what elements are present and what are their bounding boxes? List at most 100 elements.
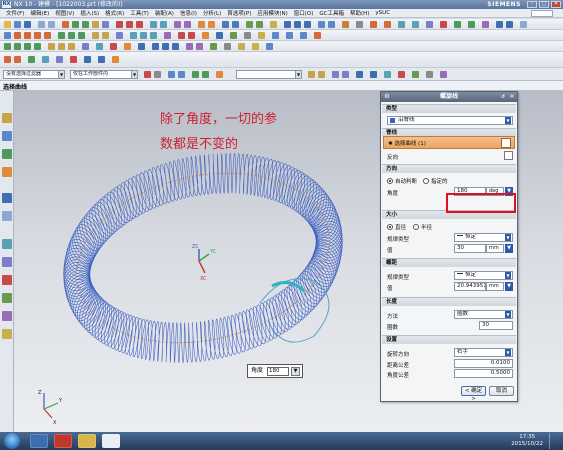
wcs-icon[interactable] — [244, 32, 251, 39]
show-desktop-button[interactable] — [549, 433, 561, 449]
angle-tolerance-input[interactable]: 0.5000 — [454, 369, 513, 378]
block-icon[interactable] — [4, 43, 11, 50]
type-dropdown[interactable]: 沿脊线 ▼ — [387, 116, 513, 125]
roles-icon[interactable] — [2, 293, 12, 303]
assembly-icon[interactable] — [230, 32, 237, 39]
shell-icon[interactable] — [222, 21, 229, 28]
system-clock[interactable]: 17:35 2015/10/22 — [511, 434, 543, 448]
radio-diameter[interactable] — [387, 224, 393, 230]
arc-icon[interactable] — [24, 32, 31, 39]
point-on-curve-icon[interactable] — [332, 71, 339, 78]
snap-point-icon[interactable] — [138, 43, 145, 50]
ruled-icon[interactable] — [140, 32, 147, 39]
zoom-icon[interactable] — [294, 21, 301, 28]
intersect-icon[interactable] — [136, 21, 143, 28]
pitch-value-input[interactable]: 20.943951 — [454, 282, 486, 291]
move-object-icon[interactable] — [482, 21, 489, 28]
sew-icon[interactable] — [454, 21, 461, 28]
datum-axis-icon[interactable] — [208, 21, 215, 28]
radio-radius[interactable] — [413, 224, 419, 230]
selection-filter-dropdown[interactable]: 没有选择过滤器 ▼ — [3, 70, 65, 79]
layer-icon[interactable] — [342, 21, 349, 28]
hole-icon[interactable] — [92, 21, 99, 28]
distance-tolerance-input[interactable]: 0.0100 — [454, 359, 513, 368]
dialog-reset-icon[interactable]: ↺ — [499, 93, 507, 101]
turns-input[interactable]: 30 — [479, 321, 513, 330]
swept-icon[interactable] — [150, 32, 157, 39]
constraint-navigator-icon[interactable] — [2, 149, 12, 159]
reverse-direction-icon[interactable] — [504, 151, 513, 160]
taskbar-app-2-icon[interactable] — [54, 434, 72, 448]
expression-icon[interactable] — [258, 32, 265, 39]
line-icon[interactable] — [14, 32, 21, 39]
trim-body-icon[interactable] — [246, 21, 253, 28]
cancel-button[interactable]: 取消 — [489, 386, 514, 396]
menu-view[interactable]: 视图(V) — [55, 9, 74, 17]
shaded-view-icon[interactable] — [318, 21, 325, 28]
close-button[interactable]: ✕ — [551, 1, 561, 8]
mirror-icon[interactable] — [184, 21, 191, 28]
menu-application[interactable]: 应用模块(N) — [257, 9, 287, 17]
section-settings[interactable]: 设置 — [382, 335, 516, 344]
section-direction[interactable]: 方向 — [382, 164, 516, 173]
rectangle-select-icon[interactable] — [178, 71, 185, 78]
wrap-geometry-icon[interactable] — [124, 43, 131, 50]
pitch-unit-dropdown[interactable]: mm — [486, 282, 504, 291]
size-formula-button[interactable]: ▼ — [505, 244, 513, 253]
method-dropdown[interactable]: 圈数 ▼ — [454, 310, 513, 319]
menu-assembly[interactable]: 装配(A) — [155, 9, 174, 17]
pull-face-icon[interactable] — [98, 56, 105, 63]
hide-icon[interactable] — [238, 43, 245, 50]
angle-tip-menu-button[interactable]: ▼ — [291, 367, 300, 376]
draft-icon[interactable] — [232, 21, 239, 28]
project-curve-icon[interactable] — [68, 32, 75, 39]
windows-start-icon[interactable] — [4, 433, 20, 449]
palette-icon[interactable] — [2, 329, 12, 339]
rotate-view-icon[interactable] — [304, 21, 311, 28]
offset-curve-icon[interactable] — [58, 32, 65, 39]
selection-method-icon[interactable] — [168, 71, 175, 78]
update-icon[interactable] — [42, 56, 49, 63]
taskbar-app-1-icon[interactable] — [30, 434, 48, 448]
pitch-law-type-dropdown[interactable]: 恒定 ▼ — [454, 271, 513, 280]
unite-icon[interactable] — [116, 21, 123, 28]
section-pitch[interactable]: 螺距 — [382, 258, 516, 267]
quadrant-point-icon[interactable] — [186, 43, 193, 50]
maximize-button[interactable]: □ — [539, 1, 549, 8]
control-point-icon[interactable] — [370, 71, 377, 78]
point-icon[interactable] — [4, 32, 11, 39]
scale-body-icon[interactable] — [110, 43, 117, 50]
analysis-icon[interactable] — [202, 32, 209, 39]
chamfer-icon[interactable] — [160, 21, 167, 28]
size-unit-dropdown[interactable]: mm — [486, 244, 504, 253]
minimize-button[interactable]: – — [527, 1, 537, 8]
show-all-icon[interactable] — [252, 43, 259, 50]
open-file-icon[interactable] — [14, 21, 21, 28]
save-icon[interactable] — [24, 21, 31, 28]
join-curve-icon[interactable] — [102, 32, 109, 39]
spline-icon[interactable] — [44, 32, 51, 39]
curve-rule-icon[interactable] — [192, 71, 199, 78]
undo-icon[interactable] — [38, 21, 45, 28]
thread-icon[interactable] — [68, 43, 75, 50]
weld-icon[interactable] — [314, 32, 321, 39]
edit-parameters-icon[interactable] — [14, 56, 21, 63]
wireframe-view-icon[interactable] — [328, 21, 335, 28]
datum-plane-icon[interactable] — [198, 21, 205, 28]
cylinder-icon[interactable] — [14, 43, 21, 50]
synchronous-icon[interactable] — [272, 32, 279, 39]
command-search-input[interactable] — [531, 10, 553, 17]
pole-icon[interactable] — [398, 71, 405, 78]
menu-insert[interactable]: 插入(S) — [80, 9, 99, 17]
dialog-close-icon[interactable]: ✕ — [508, 93, 516, 101]
new-file-icon[interactable] — [4, 21, 11, 28]
boss-icon[interactable] — [102, 21, 109, 28]
mid-point-icon[interactable] — [162, 43, 169, 50]
edge-blend-icon[interactable] — [150, 21, 157, 28]
menu-file[interactable]: 文件(F) — [6, 9, 24, 17]
size-value-input[interactable]: 30 — [454, 244, 486, 253]
circle-icon[interactable] — [34, 32, 41, 39]
intersection-point-icon[interactable] — [196, 43, 203, 50]
cone-icon[interactable] — [24, 43, 31, 50]
deselect-icon[interactable] — [154, 71, 161, 78]
